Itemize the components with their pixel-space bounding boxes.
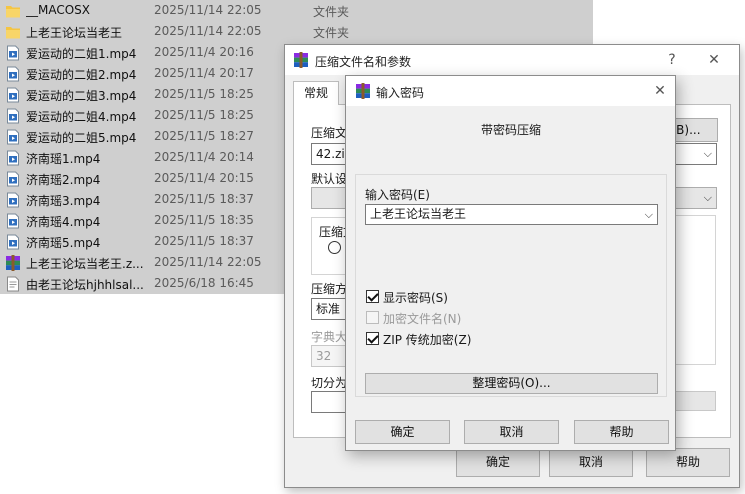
- file-date: 2025/11/4 20:16: [154, 45, 254, 59]
- password-cancel-button[interactable]: 取消: [464, 420, 559, 444]
- close-icon[interactable]: ✕: [703, 49, 725, 71]
- chevron-down-icon[interactable]: ⌵: [704, 144, 712, 164]
- tab-general[interactable]: 常规: [293, 81, 339, 106]
- video-file-icon: [5, 234, 21, 250]
- file-date: 2025/11/14 22:05: [154, 255, 262, 269]
- file-date: 2025/11/5 18:25: [154, 87, 254, 101]
- video-file-icon: [5, 87, 21, 103]
- archive-name-label: 压缩文: [311, 126, 348, 140]
- file-name: 济南瑶1.mp4: [26, 152, 101, 166]
- file-name: 爱运动的二姐2.mp4: [26, 68, 137, 82]
- chevron-down-icon[interactable]: ⌵: [645, 205, 653, 224]
- file-type: 文件夹: [313, 5, 350, 19]
- video-file-icon: [5, 213, 21, 229]
- archive-help-button[interactable]: 帮助: [646, 448, 730, 477]
- file-name: 济南瑶2.mp4: [26, 173, 101, 187]
- file-name: 爱运动的二姐5.mp4: [26, 131, 137, 145]
- video-file-icon: [5, 192, 21, 208]
- file-date: 2025/11/4 20:15: [154, 171, 254, 185]
- encrypt-filenames-checkbox[interactable]: [366, 311, 379, 324]
- file-name: 爱运动的二姐4.mp4: [26, 110, 137, 124]
- video-file-icon: [5, 171, 21, 187]
- file-name: 济南瑶3.mp4: [26, 194, 101, 208]
- file-date: 2025/11/14 22:05: [154, 3, 262, 17]
- archive-cancel-button[interactable]: 取消: [549, 448, 633, 477]
- file-name: __MACOSX: [26, 3, 91, 17]
- winrar-icon: [293, 52, 309, 68]
- archive-dialog-titlebar[interactable]: 压缩文件名和参数 ? ✕: [285, 45, 739, 75]
- password-value: 上老王论坛当老王: [370, 207, 467, 221]
- show-password-checkbox[interactable]: [366, 290, 379, 303]
- video-file-icon: [5, 45, 21, 61]
- split-volume-label: 切分为: [311, 376, 348, 390]
- password-ok-button[interactable]: 确定: [355, 420, 450, 444]
- close-icon[interactable]: ✕: [649, 80, 671, 102]
- file-date: 2025/11/14 22:05: [154, 24, 262, 38]
- video-file-icon: [5, 150, 21, 166]
- password-dialog-titlebar[interactable]: 输入密码 ✕: [346, 76, 675, 106]
- file-row[interactable]: 上老王论坛当老王 2025/11/14 22:05 文件夹: [0, 21, 593, 42]
- file-date: 2025/11/4 20:14: [154, 150, 254, 164]
- file-name: 济南瑶5.mp4: [26, 236, 101, 250]
- chevron-down-icon[interactable]: ⌵: [704, 188, 712, 208]
- password-input[interactable]: 上老王论坛当老王 ⌵: [365, 204, 658, 225]
- file-type: 文件夹: [313, 26, 350, 40]
- file-date: 2025/11/5 18:25: [154, 108, 254, 122]
- folder-icon: [5, 24, 21, 40]
- file-name: 爱运动的二姐1.mp4: [26, 47, 137, 61]
- format-rar-radio[interactable]: [328, 241, 341, 254]
- file-date: 2025/11/5 18:37: [154, 234, 254, 248]
- file-name: 爱运动的二姐3.mp4: [26, 89, 137, 103]
- zip-legacy-encryption-label: ZIP 传统加密(Z): [383, 333, 472, 347]
- file-name: 上老王论坛当老王.z...: [26, 257, 144, 271]
- default-settings-label: 默认设: [311, 172, 348, 186]
- video-file-icon: [5, 66, 21, 82]
- file-date: 2025/11/5 18:37: [154, 192, 254, 206]
- method-label: 压缩方: [311, 282, 348, 296]
- file-row[interactable]: __MACOSX 2025/11/14 22:05 文件夹: [0, 0, 593, 21]
- folder-icon: [5, 3, 21, 19]
- archive-dialog-title: 压缩文件名和参数: [315, 55, 412, 69]
- file-name: 由老王论坛hjhhlsal...: [26, 278, 144, 292]
- video-file-icon: [5, 129, 21, 145]
- video-file-icon: [5, 108, 21, 124]
- file-date: 2025/11/5 18:35: [154, 213, 254, 227]
- file-date: 2025/11/5 18:27: [154, 129, 254, 143]
- help-icon[interactable]: ?: [661, 49, 683, 71]
- text-file-icon: [5, 276, 21, 292]
- dictionary-label: 字典大: [311, 330, 348, 344]
- archive-ok-button[interactable]: 确定: [456, 448, 540, 477]
- file-name: 济南瑶4.mp4: [26, 215, 101, 229]
- show-password-label: 显示密码(S): [383, 291, 448, 305]
- password-dialog-title: 输入密码: [376, 86, 425, 100]
- enter-password-dialog: 输入密码 ✕ 带密码压缩 输入密码(E) 上老王论坛当老王 ⌵ 显示密码(S) …: [345, 75, 676, 451]
- winrar-archive-icon: [5, 255, 21, 271]
- encrypt-filenames-label: 加密文件名(N): [383, 312, 462, 326]
- method-value: 标准: [316, 302, 341, 316]
- organize-passwords-button[interactable]: 整理密码(O)...: [365, 373, 658, 394]
- password-label: 输入密码(E): [365, 188, 430, 202]
- winrar-icon: [355, 83, 371, 99]
- password-help-button[interactable]: 帮助: [574, 420, 669, 444]
- file-name: 上老王论坛当老王: [26, 26, 123, 40]
- password-dialog-heading: 带密码压缩: [481, 123, 542, 137]
- zip-legacy-encryption-checkbox[interactable]: [366, 332, 379, 345]
- file-date: 2025/11/4 20:17: [154, 66, 254, 80]
- dictionary-value: 32: [316, 349, 332, 363]
- file-date: 2025/6/18 16:45: [154, 276, 254, 290]
